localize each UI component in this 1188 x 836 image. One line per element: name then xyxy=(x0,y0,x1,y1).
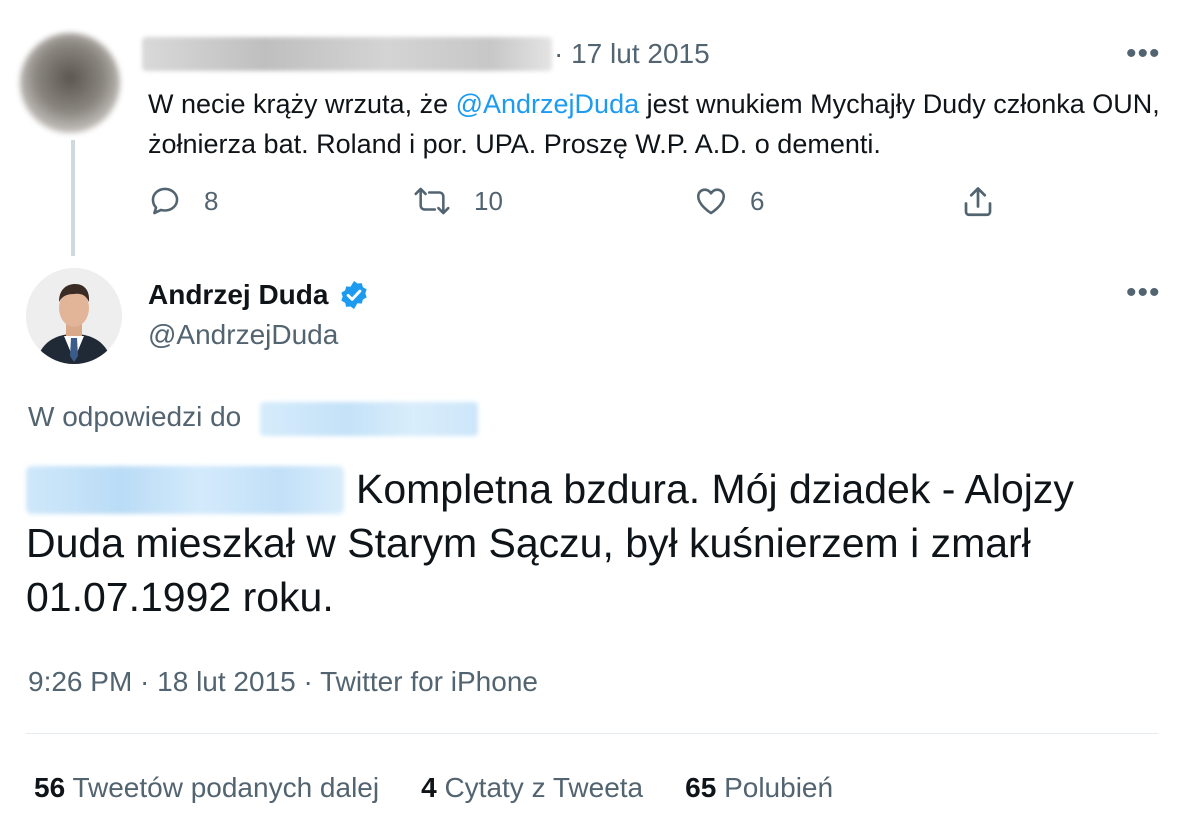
retweet-count: 10 xyxy=(474,185,503,216)
likes-stat-count: 65 xyxy=(685,772,717,803)
retweets-stat[interactable]: 56 Tweetów podanych dalej xyxy=(34,770,379,806)
parent-tweet-text: W necie krąży wrzuta, że @AndrzejDuda je… xyxy=(148,84,1168,164)
thread-connector-line xyxy=(71,140,75,256)
quotes-stat[interactable]: 4 Cytaty z Tweeta xyxy=(421,770,643,806)
reply-to-label: W odpowiedzi do xyxy=(28,401,242,432)
parent-author-name-redacted[interactable] xyxy=(142,37,552,71)
share-button[interactable] xyxy=(960,184,1018,220)
author-handle[interactable]: @AndrzejDuda xyxy=(148,318,338,352)
retweet-button[interactable]: 10 xyxy=(412,184,503,218)
verified-badge-icon xyxy=(341,281,368,309)
retweets-stat-label: Tweetów podanych dalej xyxy=(72,772,380,803)
share-icon xyxy=(964,187,992,217)
main-more-icon[interactable]: ••• xyxy=(1126,278,1161,308)
author-avatar[interactable] xyxy=(26,268,122,364)
tweet-text: Kompletna bzdura. Mój dziadek - Alojzy D… xyxy=(26,466,1074,620)
divider xyxy=(26,733,1158,734)
author-name[interactable]: Andrzej Duda xyxy=(148,278,370,312)
quotes-stat-label: Cytaty z Tweeta xyxy=(444,772,644,803)
reply-icon xyxy=(151,187,179,215)
like-button[interactable]: 6 xyxy=(694,184,764,218)
parent-text-before: W necie krąży wrzuta, że xyxy=(148,89,456,119)
author-name-text[interactable]: Andrzej Duda xyxy=(148,278,328,312)
parent-tweet-date[interactable]: · 17 lut 2015 xyxy=(554,37,710,71)
like-icon xyxy=(696,188,726,215)
reply-to-mention-redacted[interactable] xyxy=(260,402,478,436)
likes-stat-label: Polubień xyxy=(724,772,834,803)
parent-mention-link[interactable]: @AndrzejDuda xyxy=(456,89,640,119)
quotes-stat-count: 4 xyxy=(421,772,437,803)
likes-stat[interactable]: 65 Polubień xyxy=(685,770,833,806)
retweets-stat-count: 56 xyxy=(34,772,66,803)
parent-avatar[interactable] xyxy=(20,33,120,133)
like-count: 6 xyxy=(750,185,765,216)
author-portrait-image xyxy=(26,268,122,364)
retweet-icon xyxy=(414,187,450,215)
reply-button[interactable]: 8 xyxy=(148,184,218,218)
reply-count: 8 xyxy=(204,185,219,216)
engagement-stats: 56 Tweetów podanych dalej 4 Cytaty z Twe… xyxy=(34,770,875,806)
tweet-timestamp[interactable]: 9:26 PM · 18 lut 2015 · Twitter for iPho… xyxy=(28,664,538,700)
parent-more-icon[interactable]: ••• xyxy=(1126,39,1161,69)
